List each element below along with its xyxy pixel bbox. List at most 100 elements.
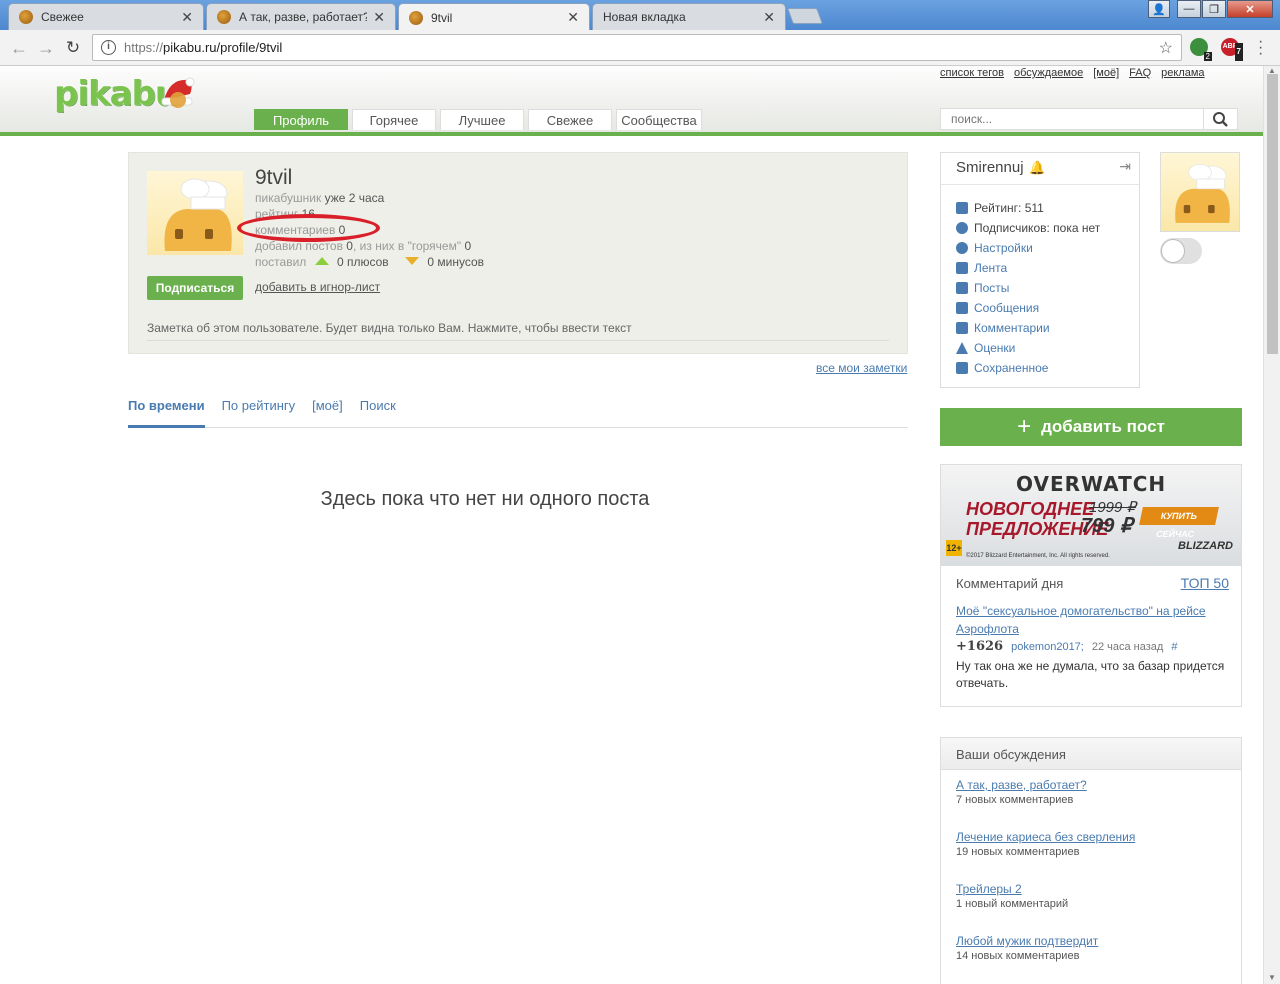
bookmark-star-icon[interactable]: ☆ [1159, 38, 1173, 58]
sort-tab-search[interactable]: Поиск [360, 398, 396, 428]
link-ads[interactable]: реклама [1161, 67, 1204, 79]
user-profile-icon[interactable]: 👤 [1148, 0, 1170, 18]
person-icon [956, 222, 968, 234]
discussion-count: 19 новых комментариев [956, 846, 1080, 858]
top-50-link[interactable]: ТОП 50 [1181, 575, 1229, 591]
browser-tab-discussion[interactable]: А так, разве, работает? ✕ [206, 3, 396, 30]
menu-rating: Рейтинг: 511 [956, 198, 1100, 218]
since-label: пикабушник [255, 191, 322, 205]
site-search [940, 108, 1238, 130]
current-username[interactable]: Smirennuj [956, 159, 1024, 176]
menu-settings[interactable]: Настройки [956, 238, 1100, 258]
list-item: Любой мужик подтвердит 14 новых коммента… [956, 934, 1098, 962]
comment-of-day-box: OVERWATCH НОВОГОДНЕЕ ПРЕДЛОЖЕНИЕ 1999 ₽ … [940, 464, 1242, 707]
back-button[interactable]: ← [8, 37, 30, 59]
scroll-down-icon[interactable]: ▼ [1268, 973, 1276, 982]
comment-author-link[interactable]: pokemon2017; [1011, 641, 1084, 653]
close-icon[interactable]: ✕ [567, 9, 579, 26]
extension-icon[interactable]: 2 [1190, 38, 1212, 61]
new-tab-button[interactable] [787, 8, 823, 24]
list-item: Трейлеры 2 1 новый комментарий [956, 882, 1068, 910]
menu-comments[interactable]: Комментарии [956, 318, 1100, 338]
browser-tab-new[interactable]: Новая вкладка ✕ [592, 3, 786, 30]
info-icon[interactable]: i [101, 40, 116, 55]
browser-tab-fresh[interactable]: Свежее ✕ [8, 3, 204, 30]
nav-tab-fresh[interactable]: Свежее [528, 109, 612, 130]
comment-post-link[interactable]: Моё "сексуальное домогательство" на рейс… [956, 602, 1226, 638]
browser-tab-strip: Свежее ✕ А так, разве, работает? ✕ 9tvil… [0, 0, 1280, 31]
comment-score: +1626 [956, 639, 1004, 654]
link-discussed[interactable]: обсуждаемое [1014, 67, 1083, 79]
pikabu-favicon-icon [19, 10, 33, 24]
sort-tab-by-time[interactable]: По времени [128, 398, 205, 428]
nav-tab-profile[interactable]: Профиль [254, 109, 348, 130]
search-button[interactable] [1203, 109, 1237, 129]
tab-label: Новая вкладка [603, 10, 686, 24]
site-header: pikabu список тегов обсуждаемое [моё] FA… [0, 66, 1263, 136]
hot-value: 0 [464, 239, 472, 253]
tab-label: Свежее [41, 10, 84, 24]
bell-icon[interactable]: 🔔 [1029, 160, 1045, 176]
close-icon[interactable]: ✕ [181, 9, 193, 26]
nav-tab-hot[interactable]: Горячее [352, 109, 436, 130]
forward-button[interactable]: → [35, 37, 57, 59]
sort-tab-mine[interactable]: [моё] [312, 398, 343, 428]
ad-banner[interactable]: OVERWATCH НОВОГОДНЕЕ ПРЕДЛОЖЕНИЕ 1999 ₽ … [941, 465, 1241, 566]
theme-toggle[interactable] [1160, 238, 1202, 264]
browser-tab-profile[interactable]: 9tvil ✕ [398, 3, 590, 31]
discussion-link[interactable]: Трейлеры 2 [956, 882, 1068, 896]
close-icon[interactable]: ✕ [763, 9, 775, 26]
menu-feed[interactable]: Лента [956, 258, 1100, 278]
santa-hat-icon [161, 77, 195, 108]
close-window-button[interactable]: ✕ [1227, 0, 1273, 18]
user-note-field[interactable]: Заметка об этом пользователе. Будет видн… [147, 321, 889, 341]
menu-votes[interactable]: Оценки [956, 338, 1100, 358]
minus-arrow-icon [405, 257, 420, 265]
menu-messages[interactable]: Сообщения [956, 298, 1100, 318]
nav-tab-best[interactable]: Лучшее [440, 109, 524, 130]
link-faq[interactable]: FAQ [1129, 67, 1151, 79]
publisher-logo: BLIZZARD [1178, 540, 1233, 552]
maximize-button[interactable]: ❐ [1202, 0, 1226, 18]
minus-count: 0 минусов [427, 255, 485, 269]
nav-tab-communities[interactable]: Сообщества [616, 109, 702, 130]
ignore-list-link[interactable]: добавить в игнор-лист [255, 280, 380, 294]
discussion-link[interactable]: Любой мужик подтвердит [956, 934, 1098, 948]
add-post-button[interactable]: + добавить пост [940, 408, 1242, 446]
comment-permalink[interactable]: # [1171, 641, 1177, 653]
age-rating-badge: 12+ [946, 540, 962, 556]
link-tags-list[interactable]: список тегов [940, 67, 1004, 79]
sort-tabs: По времени По рейтингу [моё] Поиск [128, 398, 908, 428]
link-mine[interactable]: [моё] [1093, 67, 1119, 79]
minimize-button[interactable]: — [1177, 0, 1201, 18]
top-links: список тегов обсуждаемое [моё] FAQ рекла… [940, 67, 1205, 79]
discussion-link[interactable]: Лечение кариеса без сверления [956, 830, 1135, 844]
plus-count: 0 плюсов [336, 255, 389, 269]
banner-buy-button[interactable]: КУПИТЬ СЕЙЧАС [1139, 507, 1219, 539]
current-user-avatar[interactable] [1160, 152, 1240, 232]
adblock-extension-icon[interactable]: ABP 7 [1221, 38, 1243, 61]
banner-brand: OVERWATCH [1016, 472, 1167, 496]
chef-bun-avatar-icon [164, 178, 232, 251]
scrollbar-thumb[interactable] [1267, 74, 1278, 354]
search-input[interactable] [941, 109, 1201, 129]
all-notes-link[interactable]: все мои заметки [816, 361, 907, 375]
menu-posts[interactable]: Посты [956, 278, 1100, 298]
subscribe-button[interactable]: Подписаться [147, 276, 243, 300]
extension-badge: 2 [1203, 52, 1212, 61]
discussion-link[interactable]: А так, разве, работает? [956, 778, 1087, 792]
reload-button[interactable]: ↻ [62, 37, 84, 59]
menu-label: Рейтинг: 511 [974, 201, 1044, 215]
logout-icon[interactable]: ⇥ [1119, 158, 1131, 175]
sort-tab-by-rating[interactable]: По рейтингу [222, 398, 296, 428]
browser-menu-icon[interactable]: · · · [1258, 34, 1263, 62]
page-scrollbar[interactable]: ▲ ▼ [1263, 66, 1280, 984]
profile-card: 9tvil пикабушник уже 2 часа рейтинг 16 к… [128, 152, 908, 354]
search-icon [1213, 112, 1228, 127]
since-value: уже 2 часа [324, 191, 385, 205]
comment-time: 22 часа назад [1091, 641, 1164, 653]
menu-subscribers: Подписчиков: пока нет [956, 218, 1100, 238]
menu-saved[interactable]: Сохраненное [956, 358, 1100, 378]
address-bar[interactable]: i https:// pikabu.ru/profile/9tvil ☆ [92, 34, 1182, 61]
close-icon[interactable]: ✕ [373, 9, 385, 26]
